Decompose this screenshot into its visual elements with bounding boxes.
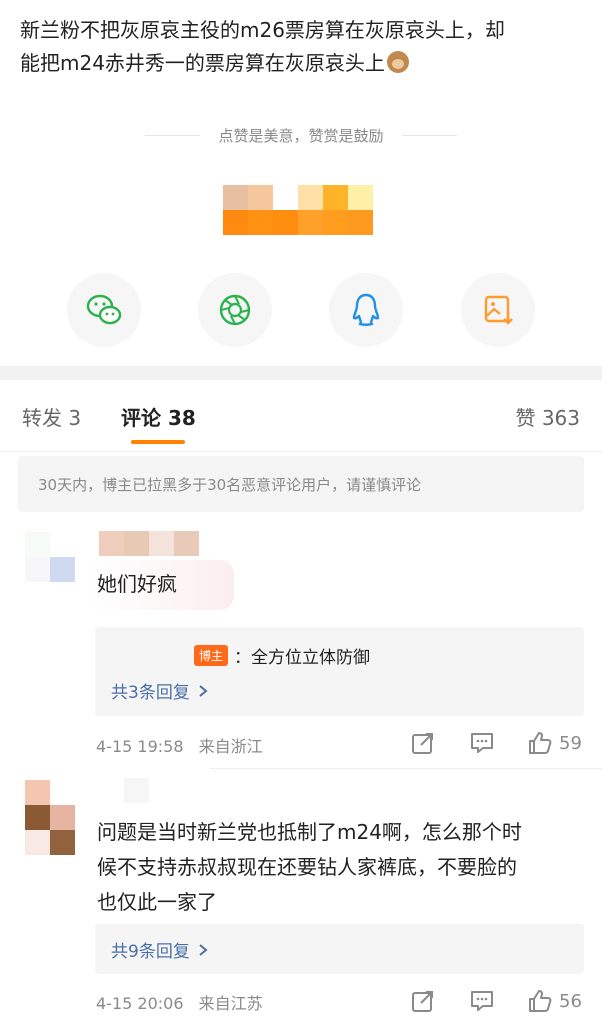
view-replies-link[interactable]: 共9条回复 (111, 937, 208, 962)
chevron-right-icon (199, 684, 208, 697)
post-text-line-2: 能把m24赤井秀一的票房算在灰原哀头上 (20, 47, 585, 80)
monkey-emoji-icon (386, 51, 409, 73)
tab-repost[interactable]: 转发 3 (22, 402, 81, 431)
share-icon (412, 733, 433, 754)
like-count: 59 (559, 732, 582, 754)
share-row (0, 273, 602, 347)
view-replies-link[interactable]: 共3条回复 (111, 678, 208, 703)
moments-icon (219, 294, 251, 326)
divider-line-left (145, 134, 201, 136)
blogger-badge: 博主 (194, 645, 229, 666)
share-moments-button[interactable] (198, 273, 272, 347)
comment-time: 4-15 20:06 (96, 994, 184, 1013)
reply-comment-button[interactable] (469, 730, 495, 756)
comment-separator (210, 768, 602, 769)
username[interactable] (124, 778, 149, 803)
save-image-icon (484, 295, 513, 325)
comment-icon (471, 733, 493, 753)
tab-comments[interactable]: 评论 38 (121, 402, 196, 431)
chevron-right-icon (199, 943, 208, 956)
tab-active-indicator (131, 440, 185, 444)
reply-preview[interactable]: 博主 ：全方位立体防御 共3条回复 (95, 627, 584, 716)
thumbs-up-icon (529, 990, 552, 1012)
avatar[interactable] (25, 780, 100, 855)
comment-text-line-1: 问题是当时新兰党也抵制了m24啊，怎么那个时 (97, 820, 522, 844)
share-wechat-button[interactable] (67, 273, 141, 347)
post-text: 新兰粉不把灰原哀主役的m26票房算在灰原哀头上，却 能把m24赤井秀一的票房算在… (20, 14, 585, 80)
thumbs-up-icon (529, 732, 552, 754)
wechat-icon (86, 294, 122, 325)
reply-line: 博主 ：全方位立体防御 (194, 643, 370, 668)
comment-meta: 4-15 20:06 来自江苏 (96, 990, 263, 1014)
comment-location: 来自江苏 (198, 994, 263, 1013)
comment-text: 问题是当时新兰党也抵制了m24啊，怎么那个时 候不支持赤叔叔现在还要钻人家裤底，… (97, 815, 522, 920)
share-icon (412, 991, 433, 1012)
like-count: 56 (559, 990, 582, 1012)
comment-text: 她们好疯 (97, 572, 177, 596)
reward-tagline: 点赞是美意，赞赏是鼓励 (218, 126, 384, 145)
tab-likes[interactable]: 赞 363 (515, 402, 580, 431)
comment-icon (471, 991, 493, 1011)
comment-text-line-2: 候不支持赤叔叔现在还要钻人家裤底，不要脸的 (97, 855, 517, 879)
like-comment-button[interactable]: 56 (527, 988, 582, 1014)
qq-icon (352, 293, 380, 326)
tab-bar: 转发 3 评论 38 赞 363 (0, 380, 602, 452)
post-text-line-1: 新兰粉不把灰原哀主役的m26票房算在灰原哀头上，却 (20, 18, 505, 42)
reward-button[interactable] (223, 185, 373, 235)
divider-line-right (401, 134, 457, 136)
reply-comment-button[interactable] (469, 988, 495, 1014)
section-gap (0, 366, 602, 380)
repost-comment-button[interactable] (410, 988, 436, 1014)
comment-time: 4-15 19:58 (96, 737, 184, 756)
repost-comment-button[interactable] (410, 730, 436, 756)
reply-preview[interactable]: 共9条回复 (95, 924, 584, 974)
like-comment-button[interactable]: 59 (527, 730, 582, 756)
reward-divider: 点赞是美意，赞赏是鼓励 (0, 120, 602, 150)
view-replies-label: 共9条回复 (111, 942, 190, 962)
comment-notice: 30天内，博主已拉黑多于30名恶意评论用户，请谨慎评论 (18, 456, 584, 512)
reply-text: ：全方位立体防御 (234, 648, 371, 668)
comment-text-line-3: 也仅此一家了 (97, 890, 217, 914)
save-image-button[interactable] (461, 273, 535, 347)
username[interactable] (99, 531, 199, 556)
comment-meta: 4-15 19:58 来自浙江 (96, 733, 263, 757)
comment-location: 来自浙江 (198, 737, 263, 756)
share-qq-button[interactable] (329, 273, 403, 347)
view-replies-label: 共3条回复 (111, 683, 190, 703)
